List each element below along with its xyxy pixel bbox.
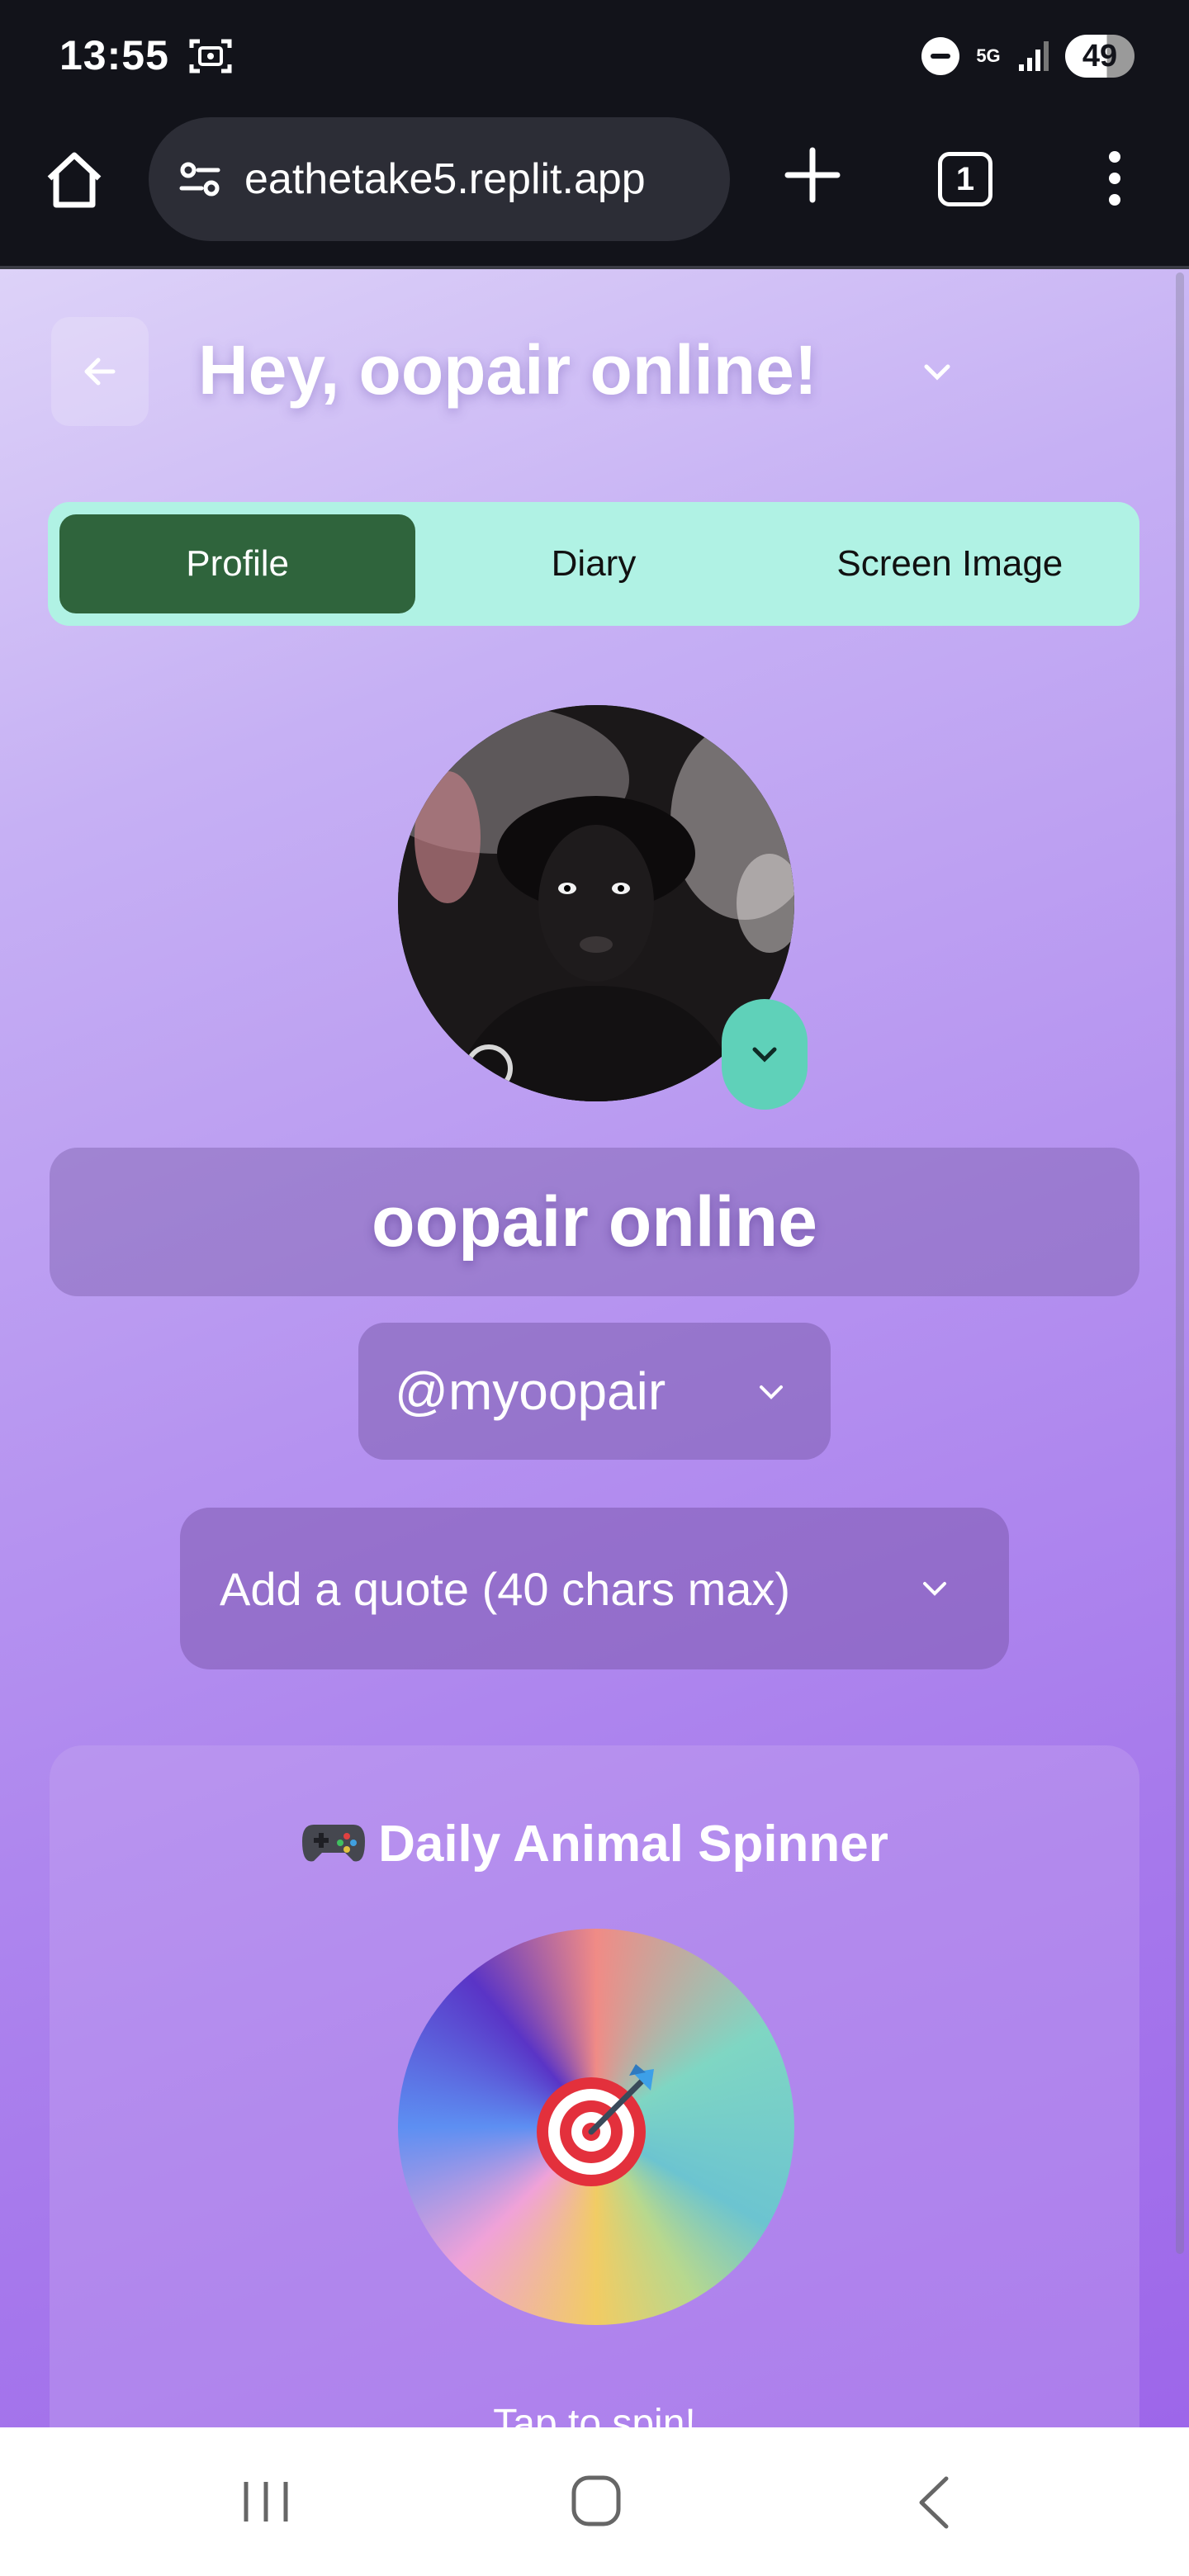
system-nav-bar	[0, 2427, 1189, 2576]
avatar-change-button[interactable]	[722, 999, 808, 1110]
browser-toolbar: eathetake5.replit.app 1	[0, 114, 1189, 269]
spinner-title: Daily Animal Spinner	[50, 1815, 1139, 1873]
tab-bar: Profile Diary Screen Image	[48, 502, 1139, 626]
plus-icon[interactable]	[779, 142, 846, 208]
spinner-title-text: Daily Animal Spinner	[378, 1816, 888, 1873]
home-icon[interactable]	[41, 147, 107, 213]
spinner-hint: Tap to spin!	[493, 2402, 696, 2427]
scrollbar[interactable]	[1176, 272, 1184, 2254]
chevron-down-icon	[760, 1385, 783, 1399]
nav-home-icon[interactable]	[570, 2474, 623, 2528]
chevron-down-icon	[752, 1047, 777, 1063]
dart-target-icon	[537, 2064, 654, 2186]
battery-indicator: 49	[1065, 35, 1135, 78]
tab-diary[interactable]: Diary	[415, 514, 771, 613]
page-title: Hey, oopair online!	[198, 331, 817, 409]
spinner-wheel[interactable]	[398, 1929, 794, 2325]
nav-back-icon[interactable]	[913, 2474, 953, 2531]
chevron-down-icon	[923, 1582, 946, 1596]
arrow-left-icon	[84, 358, 116, 386]
tab-profile[interactable]: Profile	[59, 514, 416, 613]
site-settings-icon[interactable]	[172, 150, 230, 208]
recent-apps-icon[interactable]	[239, 2477, 292, 2526]
network-type: 5G	[976, 45, 1001, 66]
status-bar: 13:55 5G 49	[0, 0, 1189, 114]
do-not-disturb-icon	[921, 37, 959, 75]
gamepad-icon	[302, 1825, 366, 1862]
status-time: 13:55	[59, 32, 169, 78]
address-bar[interactable]: eathetake5.replit.app	[149, 117, 730, 241]
quote-dropdown[interactable]: Add a quote (40 chars max)	[180, 1508, 1009, 1669]
quote-placeholder: Add a quote (40 chars max)	[220, 1562, 791, 1615]
screenshot-icon	[189, 39, 232, 73]
handle-text: @myoopair	[395, 1361, 666, 1421]
url-text[interactable]: eathetake5.replit.app	[244, 154, 646, 204]
tab-switcher-button[interactable]: 1	[938, 152, 992, 206]
handle-dropdown[interactable]: @myoopair	[358, 1323, 831, 1460]
back-button[interactable]	[51, 317, 149, 426]
signal-icon	[1019, 41, 1049, 71]
tab-screen-image[interactable]: Screen Image	[772, 514, 1128, 613]
chevron-down-icon[interactable]	[917, 352, 958, 393]
more-vert-icon[interactable]	[1098, 145, 1131, 211]
page-content: Hey, oopair online! Profile Diary Screen…	[0, 269, 1189, 2427]
display-name[interactable]: oopair online	[50, 1148, 1139, 1296]
